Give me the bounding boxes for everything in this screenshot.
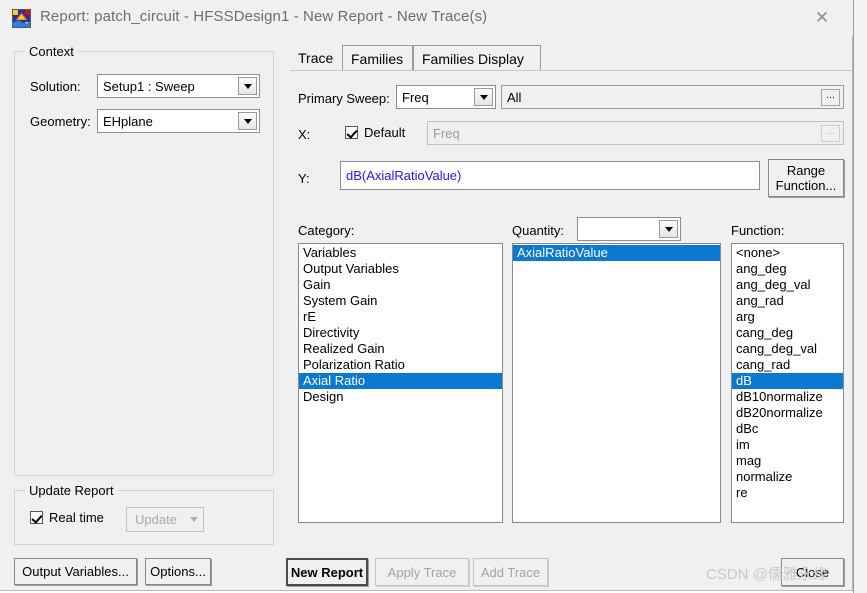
x-default-checkbox[interactable]: Default	[345, 125, 405, 140]
output-variables-button[interactable]: Output Variables...	[14, 558, 137, 585]
primary-sweep-dropdown-arrow[interactable]	[474, 88, 493, 106]
primary-sweep-range-value: All	[507, 89, 522, 105]
window-title: Report: patch_circuit - HFSSDesign1 - Ne…	[40, 8, 488, 25]
function-item[interactable]: cang_deg_val	[732, 341, 843, 357]
category-label: Category:	[298, 223, 355, 238]
function-label: Function:	[731, 223, 785, 238]
chevron-down-icon	[479, 94, 488, 100]
hfss-icon	[12, 9, 31, 28]
chevron-down-icon	[243, 83, 252, 89]
function-item[interactable]: dB20normalize	[732, 405, 843, 421]
function-item[interactable]: <none>	[732, 245, 843, 261]
x-expression-value: Freq	[433, 125, 460, 141]
primary-sweep-browse-button[interactable]: ...	[821, 88, 840, 106]
new-report-button[interactable]: New Report	[286, 558, 368, 586]
category-item[interactable]: rE	[299, 309, 502, 325]
x-default-checkbox-box[interactable]	[345, 126, 358, 139]
apply-trace-button: Apply Trace	[375, 558, 469, 586]
category-item[interactable]: Axial Ratio	[299, 373, 502, 389]
function-item[interactable]: ang_rad	[732, 293, 843, 309]
realtime-checkbox[interactable]: Real time	[30, 510, 104, 525]
tab-trace[interactable]: Trace	[290, 45, 342, 71]
primary-sweep-combo[interactable]: Freq	[396, 85, 496, 109]
y-expression-value: dB(AxialRatioValue)	[346, 168, 462, 183]
quantity-label: Quantity:	[512, 223, 565, 238]
options-button[interactable]: Options...	[145, 558, 211, 585]
geometry-dropdown-arrow[interactable]	[238, 112, 257, 130]
y-expression-field[interactable]: dB(AxialRatioValue)	[340, 161, 760, 190]
function-item[interactable]: ang_deg	[732, 261, 843, 277]
function-item[interactable]: cang_rad	[732, 357, 843, 373]
function-item[interactable]: normalize	[732, 469, 843, 485]
tab-strip: Trace Families Families Display	[290, 45, 853, 71]
update-dropdown-arrow	[185, 517, 203, 522]
function-item[interactable]: im	[732, 437, 843, 453]
category-item[interactable]: Output Variables	[299, 261, 502, 277]
function-item[interactable]: re	[732, 485, 843, 501]
realtime-label: Real time	[49, 510, 104, 525]
function-item[interactable]: ang_deg_val	[732, 277, 843, 293]
category-item[interactable]: Design	[299, 389, 502, 405]
quantity-combo[interactable]	[577, 217, 681, 241]
trace-tab-panel: Primary Sweep: Freq All ... X: Default F…	[290, 70, 853, 538]
geometry-label: Geometry:	[30, 114, 91, 129]
geometry-value: EHplane	[103, 113, 153, 129]
primary-sweep-range-field[interactable]: All ...	[501, 85, 844, 109]
tab-families[interactable]: Families	[342, 45, 413, 71]
quantity-listbox[interactable]: AxialRatioValue	[512, 243, 721, 523]
category-item[interactable]: Gain	[299, 277, 502, 293]
quantity-dropdown-arrow[interactable]	[659, 220, 678, 238]
x-default-label: Default	[364, 125, 406, 140]
add-trace-button: Add Trace	[473, 558, 548, 586]
quantity-item[interactable]: AxialRatioValue	[513, 245, 720, 261]
solution-combo[interactable]: Setup1 : Sweep	[97, 74, 260, 98]
close-button[interactable]: Close	[781, 558, 844, 586]
category-listbox[interactable]: Variables Output Variables Gain System Gain…	[298, 243, 503, 523]
primary-sweep-value: Freq	[402, 89, 429, 105]
category-item[interactable]: Variables	[299, 245, 502, 261]
update-button-split: Update	[126, 507, 204, 532]
update-button-label: Update	[135, 512, 177, 527]
function-item[interactable]: arg	[732, 309, 843, 325]
x-expression-field: Freq ...	[427, 121, 844, 145]
y-label: Y:	[298, 171, 310, 186]
update-report-group: Update Report Real time Update	[14, 483, 274, 545]
chevron-down-icon	[664, 226, 673, 232]
window-right-edge	[853, 0, 867, 593]
primary-sweep-label: Primary Sweep:	[298, 91, 390, 106]
realtime-checkbox-box[interactable]	[30, 511, 43, 524]
report-dialog: Report: patch_circuit - HFSSDesign1 - Ne…	[0, 0, 853, 591]
function-item[interactable]: dB	[732, 373, 843, 389]
category-item[interactable]: Realized Gain	[299, 341, 502, 357]
function-item[interactable]: mag	[732, 453, 843, 469]
x-label: X:	[298, 127, 311, 142]
title-bar: Report: patch_circuit - HFSSDesign1 - Ne…	[0, 0, 853, 36]
function-listbox[interactable]: <none> ang_deg ang_deg_val ang_rad arg cang_d…	[731, 243, 844, 523]
range-function-button[interactable]: Range Function...	[768, 159, 844, 197]
update-report-group-label: Update Report	[25, 483, 118, 498]
category-item[interactable]: Polarization Ratio	[299, 357, 502, 373]
chevron-down-icon	[243, 118, 252, 124]
function-item[interactable]: cang_deg	[732, 325, 843, 341]
x-browse-button: ...	[821, 124, 840, 142]
solution-dropdown-arrow[interactable]	[238, 77, 257, 95]
window-close-icon[interactable]: ✕	[803, 6, 841, 30]
category-item[interactable]: Directivity	[299, 325, 502, 341]
solution-label: Solution:	[30, 79, 81, 94]
geometry-combo[interactable]: EHplane	[97, 109, 260, 133]
context-group: Context Solution: Setup1 : Sweep Geometr…	[14, 44, 274, 476]
function-item[interactable]: dB10normalize	[732, 389, 843, 405]
function-item[interactable]: dBc	[732, 421, 843, 437]
category-item[interactable]: System Gain	[299, 293, 502, 309]
tab-families-display[interactable]: Families Display	[413, 45, 541, 71]
context-group-label: Context	[25, 44, 78, 59]
solution-value: Setup1 : Sweep	[103, 78, 195, 94]
chevron-down-icon	[190, 517, 198, 522]
